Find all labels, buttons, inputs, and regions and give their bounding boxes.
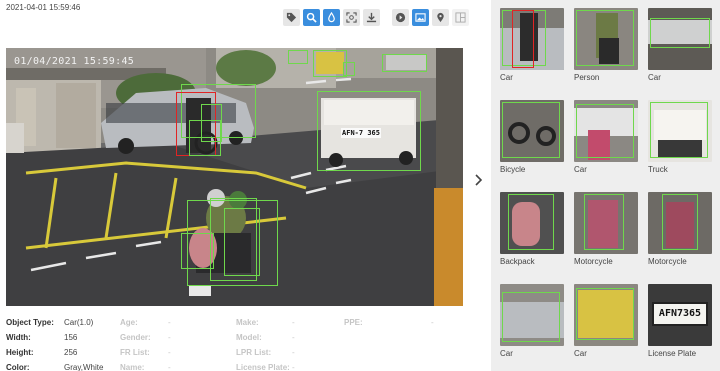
gender-label: Gender: [120, 333, 151, 342]
lpr-list-value: - [292, 348, 295, 357]
face-scan-button[interactable] [343, 9, 360, 26]
license-plate-label: License Plate: [236, 363, 290, 371]
thumbnail-caption: Motorcycle [648, 257, 687, 266]
next-arrow-button[interactable] [472, 172, 486, 188]
thumbnail-item[interactable]: Bicycle [500, 100, 564, 174]
detection-box-small-1[interactable] [288, 50, 308, 64]
thumbnail-item[interactable]: Car [648, 8, 712, 82]
download-icon [366, 12, 377, 23]
thumbnail-item[interactable]: AFN7365 License Plate [648, 284, 712, 358]
object-type-label: Object Type: [6, 318, 54, 327]
image-button[interactable] [412, 9, 429, 26]
thumbnail-item[interactable]: Car [574, 100, 638, 174]
drop-icon [328, 12, 335, 23]
tag-button[interactable] [283, 9, 300, 26]
detection-box-taxi[interactable] [313, 50, 347, 77]
make-label: Make: [236, 318, 259, 327]
viewer-toolbar [283, 9, 469, 27]
detection-box-car-far[interactable] [382, 54, 427, 72]
layout-icon [455, 12, 466, 23]
location-button[interactable] [432, 9, 449, 26]
detection-box-backpack[interactable] [181, 233, 214, 269]
thumbnail-caption: Car [500, 349, 513, 358]
age-label: Age: [120, 318, 138, 327]
video-overlay-timestamp: 01/04/2021 15:59:45 [14, 56, 135, 67]
thumbnail-item[interactable]: Car [500, 8, 564, 82]
ppe-label: PPE: [344, 318, 363, 327]
snapshot-timestamp: 2021-04-01 15:59:46 [6, 3, 81, 12]
age-value: - [168, 318, 171, 327]
gender-value: - [168, 333, 171, 342]
thumbnail-item[interactable]: Truck [648, 100, 712, 174]
fr-list-value: - [168, 348, 171, 357]
object-details: Object Type: Car(1.0) Width: 156 Height:… [6, 318, 466, 371]
tag-icon [286, 12, 297, 23]
model-label: Model: [236, 333, 262, 342]
truck-license-plate: AFN-7 365 [341, 129, 381, 138]
thumbnail-caption: Motorcycle [574, 257, 613, 266]
thumbnail-caption: Car [574, 349, 587, 358]
color-value: Gray,White [64, 363, 104, 371]
fr-list-label: FR List: [120, 348, 150, 357]
thumbnail-caption: Backpack [500, 257, 535, 266]
width-label: Width: [6, 333, 31, 342]
make-value: - [292, 318, 295, 327]
snapshot-viewer[interactable]: 01/04/2021 15:59:45 [6, 48, 463, 306]
width-value: 156 [64, 333, 78, 342]
license-plate-value: - [292, 363, 295, 371]
thumbnail-item[interactable]: Motorcycle [648, 192, 712, 266]
thumbnail-caption: Car [500, 73, 513, 82]
thumbnail-caption: Truck [648, 165, 668, 174]
name-value: - [168, 363, 171, 371]
thumbnail-item[interactable]: Person [574, 8, 638, 82]
layout-button[interactable] [452, 9, 469, 26]
detected-objects-panel: Car Person Car Bicycle Car Truck Backpac… [491, 0, 720, 371]
name-label: Name: [120, 363, 145, 371]
detection-box-scooter[interactable] [224, 208, 260, 276]
chevron-right-icon [475, 174, 483, 186]
thumbnail-caption: Car [648, 73, 661, 82]
download-button[interactable] [363, 9, 380, 26]
thumbnail-caption: Car [574, 165, 587, 174]
thumbnail-item[interactable]: Car [574, 284, 638, 358]
detection-box-person-cyclist[interactable] [201, 104, 222, 142]
location-pin-icon [437, 12, 444, 23]
detection-box-small-2[interactable] [343, 62, 355, 76]
zoom-icon [306, 12, 317, 23]
play-button[interactable] [392, 9, 409, 26]
thumbnail-item[interactable]: Motorcycle [574, 192, 638, 266]
object-type-value: Car(1.0) [64, 318, 94, 327]
model-value: - [292, 333, 295, 342]
thumbnail-caption: Bicycle [500, 165, 526, 174]
image-icon [415, 13, 426, 22]
thumbnail-item[interactable]: Car [500, 284, 564, 358]
height-value: 256 [64, 348, 78, 357]
thumbnail-item[interactable]: Backpack [500, 192, 564, 266]
face-scan-icon [346, 12, 357, 23]
thumbnail-caption: License Plate [648, 349, 697, 358]
lpr-list-label: LPR List: [236, 348, 272, 357]
zoom-button[interactable] [303, 9, 320, 26]
license-plate-image: AFN7365 [652, 302, 708, 326]
height-label: Height: [6, 348, 34, 357]
thumbnail-caption: Person [574, 73, 600, 82]
color-label: Color: [6, 363, 30, 371]
ppe-value: - [431, 318, 434, 327]
play-icon [395, 12, 406, 23]
contrast-button[interactable] [323, 9, 340, 26]
